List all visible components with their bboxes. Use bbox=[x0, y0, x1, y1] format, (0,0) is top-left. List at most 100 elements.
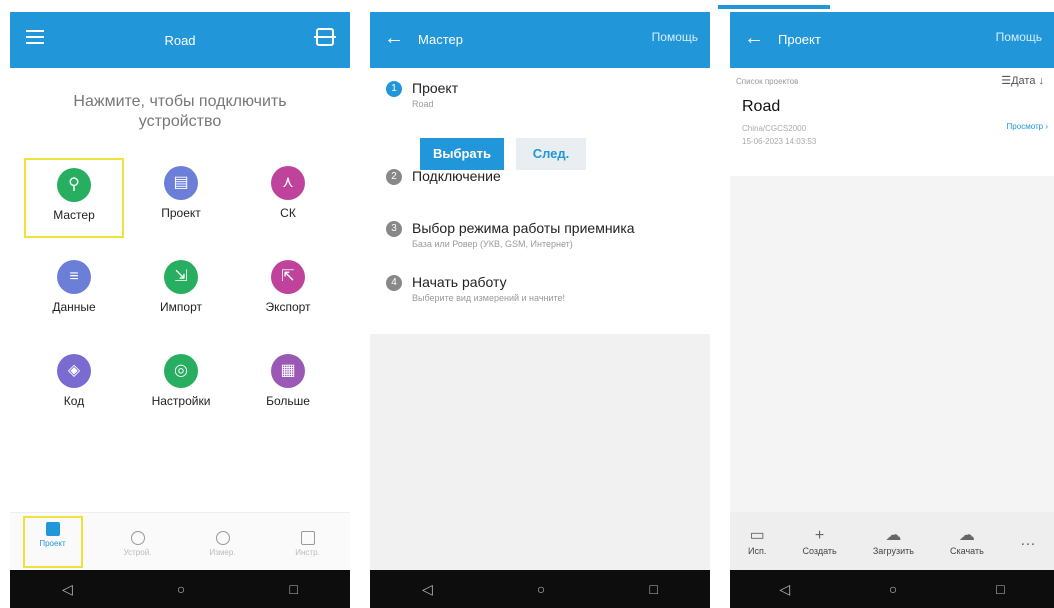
chevron-right-icon: › bbox=[1045, 122, 1048, 131]
step-start-work[interactable]: 4 Начать работу Выберите вид измерений и… bbox=[386, 274, 702, 303]
sort-label: Дата bbox=[1011, 75, 1036, 87]
create-project-button[interactable]: + Создать bbox=[803, 526, 837, 556]
system-nav-bar: ◁ ○ □ bbox=[370, 570, 710, 608]
screen-title: Мастер bbox=[418, 32, 463, 47]
nav-recent-icon[interactable]: □ bbox=[996, 581, 1004, 597]
nav-recent-icon[interactable]: □ bbox=[649, 581, 657, 597]
step-subtitle: Road bbox=[412, 99, 434, 109]
tab-project[interactable]: Проект bbox=[22, 515, 83, 568]
nav-recent-icon[interactable]: □ bbox=[289, 581, 297, 597]
app-bar: ← Проект Помощь bbox=[730, 12, 1054, 68]
download-button[interactable]: ☁ Скачать bbox=[950, 526, 984, 556]
app-bar: ← Мастер Помощь bbox=[370, 12, 710, 68]
step-title: Подключение bbox=[412, 168, 501, 184]
step-number: 1 bbox=[386, 81, 402, 97]
step-title: Проект bbox=[412, 80, 459, 96]
tile-label: Экспорт bbox=[265, 300, 311, 314]
tile-import[interactable]: ⇲ Импорт bbox=[131, 252, 231, 332]
project-toolbar: ▭ Исп. + Создать ☁ Загрузить ☁ Скачать … bbox=[730, 512, 1054, 570]
tile-label: СК bbox=[280, 206, 296, 220]
step-subtitle: База или Ровер (УКВ, GSM, Интернет) bbox=[412, 239, 573, 249]
cloud-download-icon: ☁ bbox=[958, 527, 975, 544]
document-icon: ▤ bbox=[164, 166, 198, 200]
folder-icon: ▭ bbox=[749, 527, 765, 544]
tab-indicator bbox=[710, 0, 830, 12]
tile-project[interactable]: ▤ Проект bbox=[131, 158, 231, 238]
nav-home-icon[interactable]: ○ bbox=[537, 581, 545, 597]
sort-icon: ☰ bbox=[1001, 75, 1012, 87]
step-project[interactable]: 1 Проект Road bbox=[386, 80, 702, 109]
nav-home-icon[interactable]: ○ bbox=[177, 581, 185, 597]
project-name: Road bbox=[742, 98, 781, 115]
plus-icon: + bbox=[814, 527, 825, 544]
use-project-button[interactable]: ▭ Исп. bbox=[748, 526, 766, 556]
tool-label: Загрузить bbox=[872, 546, 914, 556]
connect-device-hint[interactable]: Нажмите, чтобы подключить устройство bbox=[30, 92, 330, 132]
nav-back-icon[interactable]: ◁ bbox=[422, 581, 433, 598]
tag-icon: ◈ bbox=[57, 354, 91, 388]
tile-settings[interactable]: ◎ Настройки bbox=[131, 346, 231, 426]
wizard-screen: ← Мастер Помощь 1 Проект Road 2 Подключе… bbox=[370, 12, 710, 608]
help-link[interactable]: Помощь bbox=[996, 30, 1042, 44]
tile-code[interactable]: ◈ Код bbox=[24, 346, 124, 426]
list-caption: Список проектов bbox=[736, 77, 799, 86]
tab-label: Проект bbox=[39, 538, 66, 548]
tile-label: Данные bbox=[52, 300, 96, 314]
upload-button[interactable]: ☁ Загрузить bbox=[873, 526, 914, 556]
sort-direction-icon: ↓ bbox=[1038, 75, 1045, 87]
scan-icon[interactable] bbox=[314, 28, 336, 46]
tab-device[interactable]: Устрой. bbox=[108, 527, 168, 557]
step-number: 2 bbox=[386, 169, 402, 185]
database-icon: ≡ bbox=[57, 260, 91, 294]
tile-label: Код bbox=[63, 394, 85, 408]
tile-label: Импорт bbox=[160, 300, 202, 314]
tile-label: Мастер bbox=[53, 208, 95, 222]
menu-icon[interactable] bbox=[26, 30, 44, 44]
project-tab-icon bbox=[45, 521, 60, 536]
tile-label: Проект bbox=[161, 206, 201, 220]
tile-wizard[interactable]: ⚲ Мастер bbox=[24, 158, 124, 238]
tile-export[interactable]: ⇱ Экспорт bbox=[238, 252, 338, 332]
tile-more[interactable]: ▦ Больше bbox=[238, 346, 338, 426]
screen-title: Проект bbox=[778, 32, 821, 47]
nav-back-icon[interactable]: ◁ bbox=[779, 581, 790, 598]
device-tab-icon bbox=[130, 530, 145, 545]
back-arrow-icon[interactable]: ← bbox=[744, 26, 764, 50]
tile-coordinate-system[interactable]: ⋏ СК bbox=[238, 158, 338, 238]
select-button[interactable]: Выбрать bbox=[420, 138, 504, 170]
view-project-link[interactable]: Просмотр › bbox=[1007, 122, 1048, 131]
tool-label: Исп. bbox=[748, 546, 767, 556]
project-date: 15-06-2023 14:03:53 bbox=[742, 137, 817, 146]
more-button[interactable]: … bbox=[1020, 531, 1036, 551]
tile-label: Больше bbox=[266, 394, 310, 408]
step-connection[interactable]: 2 Подключение bbox=[386, 168, 702, 185]
nav-back-icon[interactable]: ◁ bbox=[62, 581, 73, 598]
system-nav-bar: ◁ ○ □ bbox=[10, 570, 350, 608]
tool-label: Создать bbox=[802, 546, 837, 556]
nav-home-icon[interactable]: ○ bbox=[889, 581, 897, 597]
app-title: Road bbox=[164, 32, 196, 48]
step-number: 4 bbox=[386, 275, 402, 291]
tab-label: Измер. bbox=[209, 547, 236, 557]
next-button[interactable]: След. bbox=[516, 138, 586, 170]
tab-label: Устрой. bbox=[123, 547, 152, 557]
back-arrow-icon[interactable]: ← bbox=[384, 26, 404, 50]
tab-tools[interactable]: Инстр. bbox=[278, 527, 338, 557]
grid-icon: ▦ bbox=[271, 354, 305, 388]
project-crs: China/CGCS2000 bbox=[742, 124, 807, 133]
project-item[interactable]: Road China/CGCS2000 15-06-2023 14:03:53 … bbox=[730, 94, 1054, 176]
view-label: Просмотр bbox=[1006, 122, 1044, 131]
step-receiver-mode[interactable]: 3 Выбор режима работы приемника База или… bbox=[386, 220, 702, 249]
cloud-upload-icon: ☁ bbox=[885, 527, 902, 544]
app-bar: Road bbox=[10, 12, 350, 68]
help-link[interactable]: Помощь bbox=[652, 30, 698, 44]
sort-by-date-button[interactable]: ☰Дата ↓ bbox=[1001, 74, 1044, 87]
import-icon: ⇲ bbox=[164, 260, 198, 294]
coordinate-system-icon: ⋏ bbox=[271, 166, 305, 200]
tile-data[interactable]: ≡ Данные bbox=[24, 252, 124, 332]
tools-tab-icon bbox=[300, 530, 315, 545]
settings-icon: ◎ bbox=[164, 354, 198, 388]
tab-survey[interactable]: Измер. bbox=[193, 527, 253, 557]
tab-label: Инстр. bbox=[295, 547, 320, 557]
bottom-tab-bar: Проект Устрой. Измер. Инстр. bbox=[10, 512, 350, 570]
